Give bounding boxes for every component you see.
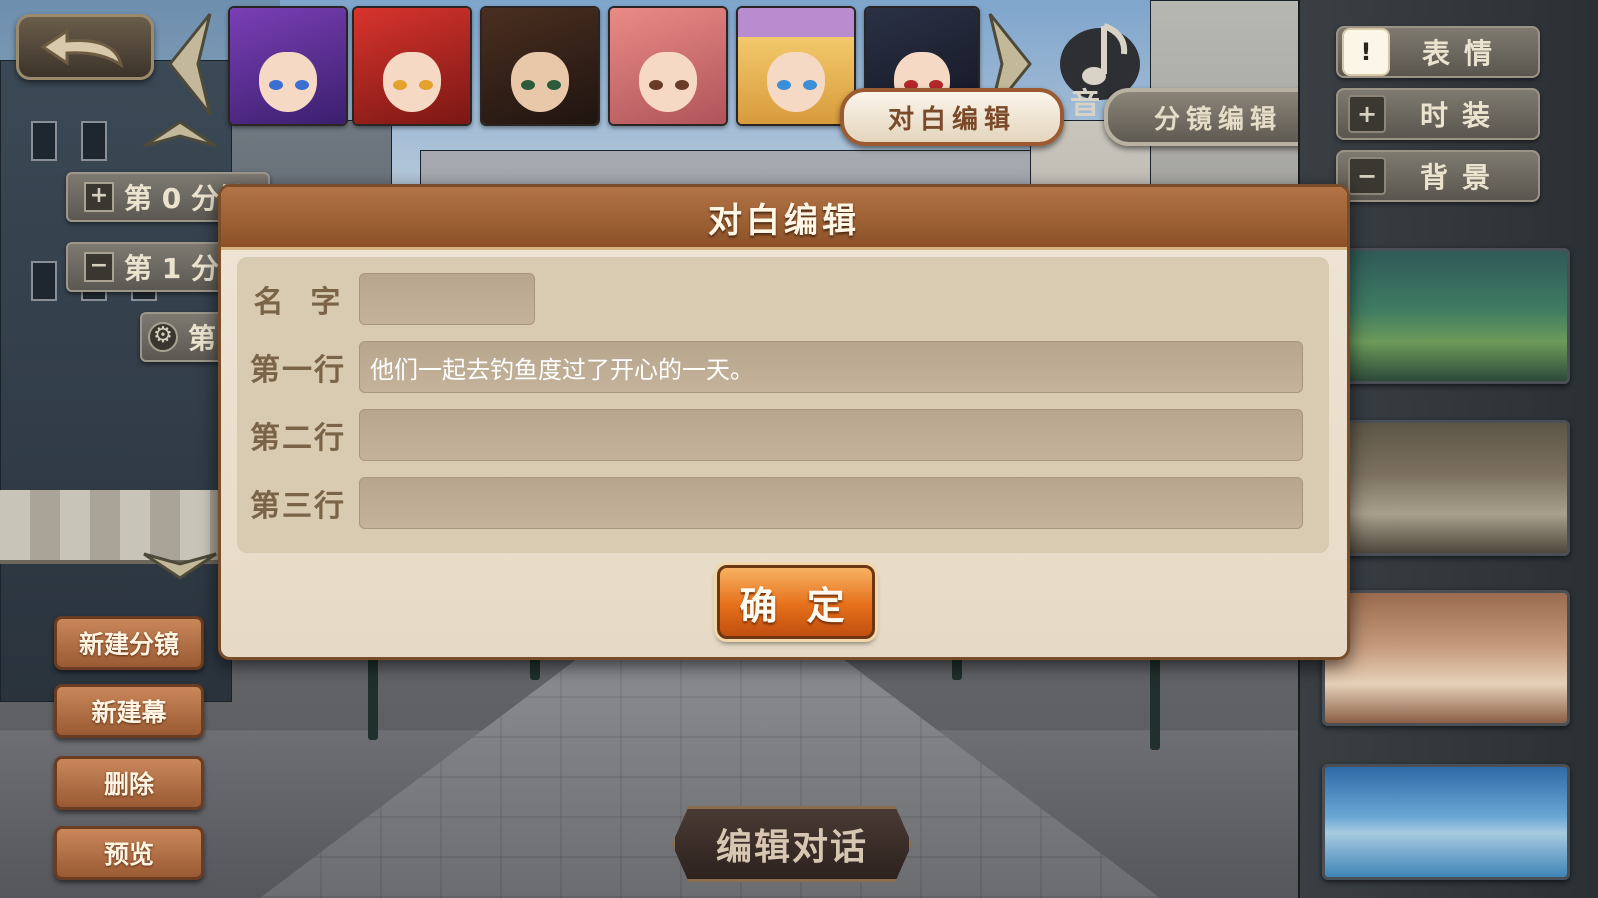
back-arrow-icon [40,28,124,69]
character-portrait-blonde-hat[interactable] [736,6,856,126]
scene-item-2[interactable]: ⚙ 第 [140,312,224,362]
back-button[interactable] [16,14,154,80]
name-row: 名 字 [237,271,1329,327]
tab-costume-label: 时装 [1419,99,1504,132]
modal-title: 对白编辑 [708,200,860,241]
tab-costume[interactable]: + 时装 [1336,88,1540,140]
line-3-row: 第三行 [237,475,1329,531]
character-portrait-purple-hair[interactable] [228,6,348,126]
new-storyboard-button[interactable]: 新建分镜 [54,616,204,670]
lamp-post [1150,650,1160,750]
character-prev-arrow-icon[interactable] [162,10,216,118]
tab-dialogue-edit[interactable]: 对白编辑 [840,88,1064,146]
character-portrait-red-hair[interactable] [352,6,472,126]
music-icon-label: 音 [1070,87,1100,116]
scene-list-down-arrow-icon[interactable] [140,552,220,582]
tab-expression-label: 表情 [1421,37,1506,70]
background-thumb-ship-deck[interactable] [1322,764,1570,880]
scene-list-up-arrow-icon[interactable] [140,118,220,148]
name-input[interactable] [359,273,535,325]
plus-icon: + [84,182,114,212]
tab-background[interactable]: − 背景 [1336,150,1540,202]
new-act-button[interactable]: 新建幕 [54,684,204,738]
line-3-input[interactable] [359,477,1303,529]
tab-expression[interactable]: ! 表情 [1336,26,1540,78]
background-thumb-bedroom[interactable] [1326,420,1570,556]
name-label: 名 字 [253,285,343,320]
dialogue-form: 名 字 第一行 他们一起去钓鱼度过了开心的一天。 第二行 第三行 [237,257,1329,553]
exclamation-icon: ! [1342,28,1390,76]
background-thumb-forest[interactable] [1326,248,1570,384]
line-2-row: 第二行 [237,407,1329,463]
modal-header: 对白编辑 [221,187,1347,250]
lamp-post [368,650,378,740]
delete-button[interactable]: 删除 [54,756,204,810]
edit-dialogue-banner[interactable]: 编辑对话 [672,806,912,882]
character-portrait-brown-hair[interactable] [480,6,600,126]
line-2-input[interactable] [359,409,1303,461]
plus-icon: + [1348,95,1386,133]
gear-icon: ⚙ [148,322,178,352]
line-1-input[interactable]: 他们一起去钓鱼度过了开心的一天。 [359,341,1303,393]
scene-item-label: 第 1 分 [124,252,219,285]
preview-button[interactable]: 预览 [54,826,204,880]
tab-background-label: 背景 [1419,161,1504,194]
line-1-label: 第一行 [250,353,346,388]
scene-item-label: 第 [188,322,217,355]
character-portrait-pink-hair[interactable] [608,6,728,126]
minus-icon: − [1348,157,1386,195]
building-left-1 [0,60,232,702]
line-2-label: 第二行 [250,421,346,456]
minus-icon: − [84,252,114,282]
confirm-button[interactable]: 确 定 [717,565,875,639]
line-1-row: 第一行 他们一起去钓鱼度过了开心的一天。 [237,339,1329,395]
background-thumb-shop-interior[interactable] [1322,590,1570,726]
scene-item-1[interactable]: − 第 1 分 [66,242,230,292]
dialogue-edit-modal: 对白编辑 名 字 第一行 他们一起去钓鱼度过了开心的一天。 第二行 第三行 确 … [218,184,1350,660]
line-3-label: 第三行 [250,489,346,524]
